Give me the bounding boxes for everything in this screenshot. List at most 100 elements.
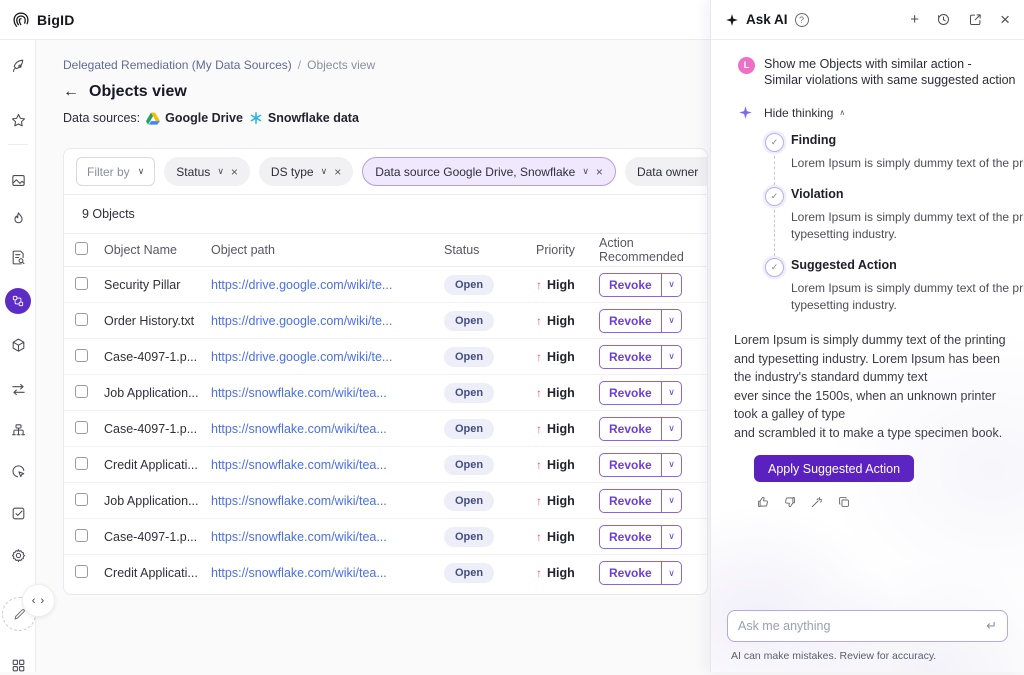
close-icon[interactable]: × bbox=[231, 165, 238, 179]
close-icon[interactable]: × bbox=[334, 165, 341, 179]
table-row[interactable]: Job Application... https://snowflake.com… bbox=[64, 483, 707, 519]
rocket-icon[interactable] bbox=[8, 56, 28, 76]
object-path-link[interactable]: https://snowflake.com/wiki/tea... bbox=[211, 494, 444, 508]
ask-input-box[interactable]: ↵ bbox=[727, 610, 1008, 642]
select-all-checkbox[interactable] bbox=[75, 242, 88, 255]
checkbox-check-icon[interactable] bbox=[8, 503, 28, 523]
col-object-name[interactable]: Object Name bbox=[104, 243, 211, 257]
object-path-link[interactable]: https://drive.google.com/wiki/te... bbox=[211, 350, 444, 364]
new-chat-button[interactable]: + bbox=[910, 11, 919, 28]
thumbs-down-icon[interactable] bbox=[783, 495, 797, 514]
row-checkbox[interactable] bbox=[75, 385, 88, 398]
star-icon[interactable] bbox=[8, 110, 28, 130]
table-row[interactable]: Case-4097-1.p... https://snowflake.com/w… bbox=[64, 519, 707, 555]
back-arrow-icon[interactable]: ← bbox=[63, 83, 79, 101]
history-icon[interactable] bbox=[936, 12, 951, 27]
action-dropdown-caret[interactable]: ∨ bbox=[662, 454, 681, 476]
apps-grid-icon[interactable] bbox=[8, 655, 28, 675]
object-path-link[interactable]: https://drive.google.com/wiki/te... bbox=[211, 314, 444, 328]
table-row[interactable]: Order History.txt https://drive.google.c… bbox=[64, 303, 707, 339]
sparkle-icon bbox=[725, 13, 739, 27]
filter-chip-status[interactable]: Status ∨ × bbox=[164, 157, 250, 186]
row-checkbox[interactable] bbox=[75, 277, 88, 290]
col-priority[interactable]: Priority bbox=[536, 243, 599, 257]
revoke-action-button[interactable]: Revoke ∨ bbox=[599, 345, 682, 369]
sidebar-collapse-button[interactable]: ‹ › bbox=[22, 584, 55, 617]
row-checkbox[interactable] bbox=[75, 457, 88, 470]
revoke-action-button[interactable]: Revoke ∨ bbox=[599, 309, 682, 333]
object-path-link[interactable]: https://snowflake.com/wiki/tea... bbox=[211, 422, 444, 436]
chevron-up-icon: ∧ bbox=[839, 108, 845, 117]
status-badge: Open bbox=[444, 491, 494, 511]
bigid-logo[interactable]: BigID bbox=[10, 9, 75, 31]
user-message-line1: Show me Objects with similar action - bbox=[764, 56, 1016, 72]
object-path-link[interactable]: https://snowflake.com/wiki/tea... bbox=[211, 458, 444, 472]
remediation-active-icon[interactable] bbox=[5, 288, 31, 314]
revoke-action-button[interactable]: Revoke ∨ bbox=[599, 561, 682, 585]
col-action-recommended[interactable]: Action Recommended bbox=[599, 236, 707, 264]
hide-thinking-toggle[interactable]: Hide thinking ∧ bbox=[764, 106, 845, 120]
action-dropdown-caret[interactable]: ∨ bbox=[662, 274, 681, 296]
action-dropdown-caret[interactable]: ∨ bbox=[662, 346, 681, 368]
revoke-action-button[interactable]: Revoke ∨ bbox=[599, 381, 682, 405]
help-icon[interactable]: ? bbox=[795, 13, 809, 27]
image-icon[interactable] bbox=[8, 170, 28, 190]
thinking-steps: ✓ Finding Lorem Ipsum is simply dummy te… bbox=[711, 133, 1024, 329]
chip-label: Status bbox=[176, 165, 210, 179]
col-object-path[interactable]: Object path bbox=[211, 243, 444, 257]
revoke-action-button[interactable]: Revoke ∨ bbox=[599, 525, 682, 549]
revoke-action-button[interactable]: Revoke ∨ bbox=[599, 417, 682, 441]
hierarchy-icon[interactable] bbox=[8, 420, 28, 440]
table-row[interactable]: Security Pillar https://drive.google.com… bbox=[64, 267, 707, 303]
regenerate-wand-icon[interactable] bbox=[810, 495, 824, 514]
col-status[interactable]: Status bbox=[444, 243, 536, 257]
table-row[interactable]: Case-4097-1.p... https://snowflake.com/w… bbox=[64, 411, 707, 447]
action-dropdown-caret[interactable]: ∨ bbox=[662, 310, 681, 332]
document-search-icon[interactable] bbox=[8, 247, 28, 267]
object-path-link[interactable]: https://snowflake.com/wiki/tea... bbox=[211, 566, 444, 580]
avatar: L bbox=[738, 57, 755, 74]
swap-arrows-icon[interactable] bbox=[8, 379, 28, 399]
enter-icon[interactable]: ↵ bbox=[986, 618, 997, 634]
row-checkbox[interactable] bbox=[75, 313, 88, 326]
table-row[interactable]: Case-4097-1.p... https://drive.google.co… bbox=[64, 339, 707, 375]
step-check-icon: ✓ bbox=[765, 133, 784, 152]
object-path-link[interactable]: https://snowflake.com/wiki/tea... bbox=[211, 530, 444, 544]
table-row[interactable]: Credit Applicati... https://snowflake.co… bbox=[64, 555, 707, 591]
action-dropdown-caret[interactable]: ∨ bbox=[662, 562, 681, 584]
action-dropdown-caret[interactable]: ∨ bbox=[662, 490, 681, 512]
action-dropdown-caret[interactable]: ∨ bbox=[662, 526, 681, 548]
filter-chip-ds-type[interactable]: DS type ∨ × bbox=[259, 157, 353, 186]
flame-icon[interactable] bbox=[8, 208, 28, 228]
thumbs-up-icon[interactable] bbox=[756, 495, 770, 514]
status-badge: Open bbox=[444, 527, 494, 547]
open-external-icon[interactable] bbox=[968, 12, 983, 27]
table-row[interactable]: Job Application... https://snowflake.com… bbox=[64, 375, 707, 411]
pointer-circle-icon[interactable] bbox=[8, 461, 28, 481]
breadcrumb-parent[interactable]: Delegated Remediation (My Data Sources) bbox=[63, 58, 292, 72]
filter-chip-data-source[interactable]: Data source Google Drive, Snowflake ∨ × bbox=[362, 157, 616, 186]
revoke-action-button[interactable]: Revoke ∨ bbox=[599, 489, 682, 513]
action-dropdown-caret[interactable]: ∨ bbox=[662, 418, 681, 440]
object-name-cell: Security Pillar bbox=[104, 278, 211, 292]
revoke-action-button[interactable]: Revoke ∨ bbox=[599, 273, 682, 297]
row-checkbox[interactable] bbox=[75, 493, 88, 506]
row-checkbox[interactable] bbox=[75, 565, 88, 578]
apply-suggested-action-button[interactable]: Apply Suggested Action bbox=[754, 455, 914, 482]
filter-chip-data-owner[interactable]: Data owner ∨ × bbox=[625, 157, 708, 186]
close-icon[interactable]: × bbox=[596, 165, 603, 179]
row-checkbox[interactable] bbox=[75, 529, 88, 542]
cube-icon[interactable] bbox=[8, 335, 28, 355]
object-path-link[interactable]: https://snowflake.com/wiki/tea... bbox=[211, 386, 444, 400]
object-path-link[interactable]: https://drive.google.com/wiki/te... bbox=[211, 278, 444, 292]
gear-icon[interactable] bbox=[8, 545, 28, 565]
action-dropdown-caret[interactable]: ∨ bbox=[662, 382, 681, 404]
row-checkbox[interactable] bbox=[75, 349, 88, 362]
copy-icon[interactable] bbox=[837, 495, 851, 514]
row-checkbox[interactable] bbox=[75, 421, 88, 434]
filter-by-dropdown[interactable]: Filter by ∨ bbox=[76, 157, 155, 186]
revoke-action-button[interactable]: Revoke ∨ bbox=[599, 453, 682, 477]
close-icon[interactable]: × bbox=[1000, 10, 1010, 30]
ask-input[interactable] bbox=[738, 619, 978, 633]
table-row[interactable]: Credit Applicati... https://snowflake.co… bbox=[64, 447, 707, 483]
